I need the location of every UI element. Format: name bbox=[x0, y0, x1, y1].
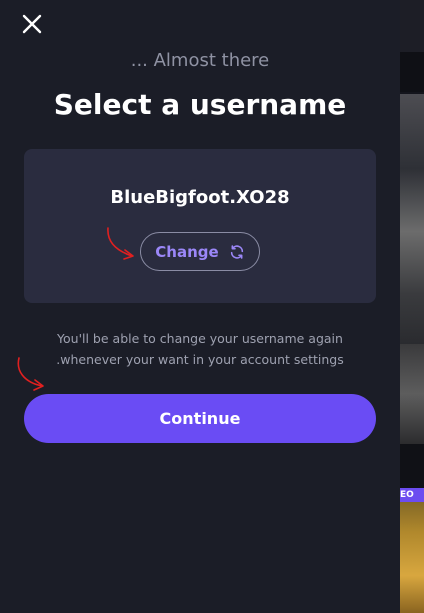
note-line-2: .whenever your want in your account sett… bbox=[56, 352, 344, 367]
continue-button[interactable]: Continue bbox=[24, 394, 376, 443]
change-button-label: Change bbox=[155, 242, 219, 261]
username-change-note: You'll be able to change your username a… bbox=[24, 328, 376, 370]
modal-title: Select a username bbox=[53, 88, 347, 121]
refresh-icon bbox=[230, 244, 243, 259]
username-modal: ... Almost there Select a username BlueB… bbox=[0, 0, 400, 613]
generated-username: BlueBigfoot.XO28 bbox=[110, 187, 290, 208]
background-badge: EO bbox=[400, 488, 424, 502]
change-username-button[interactable]: Change bbox=[140, 232, 260, 271]
note-line-1: You'll be able to change your username a… bbox=[57, 331, 343, 346]
close-button[interactable] bbox=[20, 12, 44, 36]
close-icon bbox=[22, 14, 42, 34]
modal-subtitle: ... Almost there bbox=[130, 50, 270, 71]
username-card: BlueBigfoot.XO28 Change bbox=[24, 149, 376, 303]
background-page-strip bbox=[400, 0, 424, 613]
annotation-arrow bbox=[17, 357, 44, 391]
annotation-arrow bbox=[107, 227, 134, 260]
